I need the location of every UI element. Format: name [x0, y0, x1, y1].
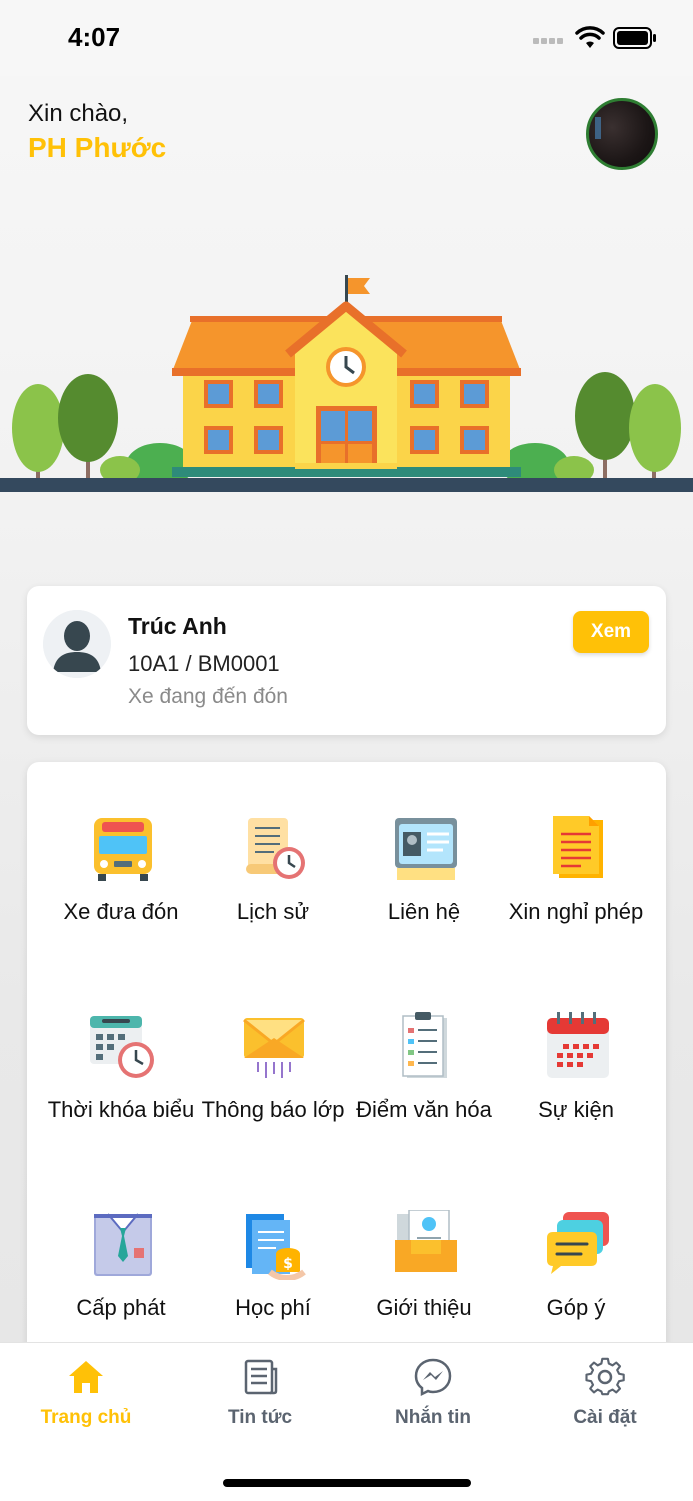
student-class-code: 10A1 / BM0001 [128, 651, 280, 676]
battery-icon [613, 27, 656, 49]
timetable-icon [90, 1016, 154, 1078]
mail-icon [243, 1018, 305, 1078]
menu-label: Giới thiệu [376, 1295, 472, 1320]
cellular-signal-icon [533, 38, 563, 44]
menu-label: Góp ý [546, 1295, 606, 1320]
menu-label: Học phí [235, 1295, 311, 1320]
wifi-icon [575, 26, 605, 48]
svg-text:$: $ [283, 1256, 293, 1272]
introduction-icon [395, 1210, 457, 1272]
menu-label: Thời khóa biểu [47, 1097, 195, 1122]
status-time: 4:07 [68, 22, 121, 52]
user-name: PH Phước [28, 132, 167, 163]
student-bus-status: Xe đang đến đón [128, 685, 288, 708]
menu-label: Xe đưa đón [63, 899, 179, 924]
tab-label: Nhắn tin [395, 1407, 471, 1428]
grades-icon [402, 1012, 447, 1078]
uniform-icon [94, 1213, 152, 1276]
menu-label: Cấp phát [76, 1295, 166, 1320]
menu-label: Thông báo lớp [201, 1097, 345, 1122]
home-icon [69, 1361, 103, 1393]
student-card: Trúc Anh 10A1 / BM0001 Xe đang đến đón X… [27, 586, 666, 735]
view-button[interactable]: Xem [573, 611, 649, 653]
greeting-text: Xin chào, [28, 100, 129, 127]
student-avatar-icon [43, 610, 111, 678]
contact-card-icon [395, 818, 457, 880]
messenger-icon [414, 1358, 452, 1397]
history-scroll-icon [246, 818, 305, 879]
menu-label: Điểm văn hóa [356, 1097, 492, 1122]
tab-label: Trang chủ [40, 1407, 132, 1428]
tab-label: Tin tức [227, 1407, 293, 1428]
bottom-tab-bar: Trang chủ Tin tức Nhắn tin Cài đặt [0, 1342, 693, 1501]
home-indicator [223, 1479, 471, 1487]
status-bar: 4:07 [0, 0, 693, 76]
school-illustration [0, 275, 693, 492]
tuition-fee-icon: $ [246, 1214, 306, 1280]
settings-gear-icon [585, 1357, 625, 1396]
news-icon [244, 1359, 278, 1395]
calendar-icon [547, 1012, 609, 1078]
menu-label: Xin nghỉ phép [508, 899, 644, 924]
profile-avatar[interactable] [586, 98, 658, 170]
menu-label: Sự kiện [538, 1097, 614, 1122]
tab-label: Cài đặt [573, 1407, 637, 1428]
feedback-icon [547, 1212, 609, 1274]
menu-label: Liên hệ [387, 899, 461, 924]
leave-document-icon [553, 816, 603, 878]
school-bus-icon [94, 818, 152, 881]
student-name: Trúc Anh [128, 613, 227, 639]
feature-menu: Xe đưa đón Lịch sử Liên hệ Xin nghỉ phép… [27, 762, 666, 1382]
menu-label: Lịch sử [236, 899, 310, 924]
